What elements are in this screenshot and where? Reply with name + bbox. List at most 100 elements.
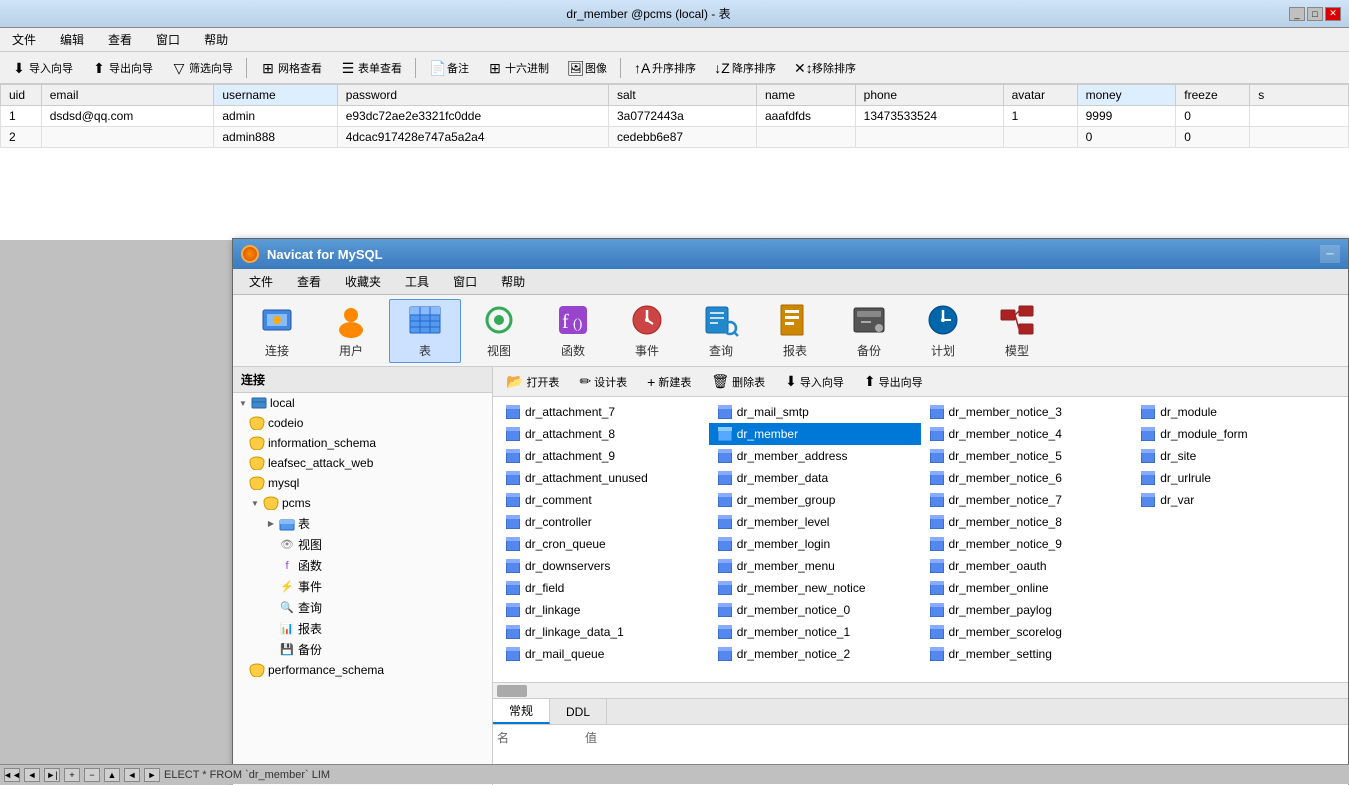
- nav-tool-table[interactable]: 表: [389, 299, 461, 363]
- tab-ddl[interactable]: DDL: [550, 699, 607, 724]
- sidebar-item-events-folder[interactable]: ▶ ⚡ 事件: [233, 576, 492, 597]
- table-item-dr_member_new_notice[interactable]: dr_member_new_notice: [709, 577, 921, 599]
- scroll-thumb[interactable]: [497, 685, 527, 697]
- table-item-dr_member_setting[interactable]: dr_member_setting: [921, 643, 1133, 665]
- table-item-dr_member_notice_9[interactable]: dr_member_notice_9: [921, 533, 1133, 555]
- table-item-dr_linkage_data_1[interactable]: dr_linkage_data_1: [497, 621, 709, 643]
- import-wizard-obj-button[interactable]: ⬇ 导入向导: [776, 370, 853, 394]
- sidebar-item-reports-folder[interactable]: ▶ 📊 报表: [233, 618, 492, 639]
- sort-asc-button[interactable]: ↑A 升序排序: [627, 55, 703, 81]
- table-row[interactable]: 2admin8884dcac917428e747a5a2a4cedebb6e87…: [1, 127, 1349, 148]
- menu-view[interactable]: 查看: [104, 29, 136, 50]
- nav-menu-window[interactable]: 窗口: [441, 269, 489, 295]
- table-item-dr_module[interactable]: dr_module: [1132, 401, 1344, 423]
- image-button[interactable]: 🖼 图像: [560, 55, 614, 81]
- table-item-dr_member_notice_2[interactable]: dr_member_notice_2: [709, 643, 921, 665]
- table-item-dr_member_notice_5[interactable]: dr_member_notice_5: [921, 445, 1133, 467]
- nav-tool-schedule[interactable]: 计划: [907, 299, 979, 363]
- sidebar-item-tables-folder[interactable]: ▶ 表: [233, 513, 492, 534]
- nav-tool-report[interactable]: 报表: [759, 299, 831, 363]
- new-table-button[interactable]: + 新建表: [638, 370, 700, 394]
- open-table-button[interactable]: 📂 打开表: [497, 370, 568, 394]
- table-item-dr_member_oauth[interactable]: dr_member_oauth: [921, 555, 1133, 577]
- table-item-dr_module_form[interactable]: dr_module_form: [1132, 423, 1344, 445]
- import-wizard-button[interactable]: ⬇ 导入向导: [4, 55, 80, 81]
- nav-menu-favorites[interactable]: 收藏夹: [333, 269, 393, 295]
- menu-edit[interactable]: 编辑: [56, 29, 88, 50]
- nav-back-button[interactable]: ◄: [124, 768, 140, 782]
- nav-add-button[interactable]: +: [64, 768, 80, 782]
- sidebar-item-mysql[interactable]: mysql: [233, 473, 492, 493]
- close-button[interactable]: ✕: [1325, 7, 1341, 21]
- nav-menu-help[interactable]: 帮助: [489, 269, 537, 295]
- nav-prev-button[interactable]: ◄: [24, 768, 40, 782]
- remove-sort-button[interactable]: ✕↕ 移除排序: [787, 55, 863, 81]
- nav-del-button[interactable]: −: [84, 768, 100, 782]
- table-item-dr_urlrule[interactable]: dr_urlrule: [1132, 467, 1344, 489]
- grid-view-button[interactable]: ⊞ 网格查看: [253, 55, 329, 81]
- table-item-dr_mail_smtp[interactable]: dr_mail_smtp: [709, 401, 921, 423]
- sidebar-item-queries-folder[interactable]: ▶ 🔍 查询: [233, 597, 492, 618]
- tab-general[interactable]: 常规: [493, 699, 550, 724]
- table-item-dr_member_notice_0[interactable]: dr_member_notice_0: [709, 599, 921, 621]
- nav-minimize-button[interactable]: ─: [1320, 245, 1340, 263]
- nav-tool-model[interactable]: 模型: [981, 299, 1053, 363]
- nav-menu-tools[interactable]: 工具: [393, 269, 441, 295]
- table-item-dr_site[interactable]: dr_site: [1132, 445, 1344, 467]
- nav-tool-event[interactable]: 事件: [611, 299, 683, 363]
- table-item-dr_var[interactable]: dr_var: [1132, 489, 1344, 511]
- menu-file[interactable]: 文件: [8, 29, 40, 50]
- nav-tool-backup[interactable]: 备份: [833, 299, 905, 363]
- filter-wizard-button[interactable]: ▽ 筛选向导: [164, 55, 240, 81]
- sidebar-item-performance-schema[interactable]: performance_schema: [233, 660, 492, 680]
- table-item-dr_member_paylog[interactable]: dr_member_paylog: [921, 599, 1133, 621]
- horizontal-scrollbar[interactable]: [493, 682, 1348, 698]
- delete-table-button[interactable]: 🗑 删除表: [702, 370, 774, 394]
- table-item-dr_member_data[interactable]: dr_member_data: [709, 467, 921, 489]
- note-button[interactable]: 📄 备注: [422, 55, 476, 81]
- menu-window[interactable]: 窗口: [152, 29, 184, 50]
- sidebar-item-information-schema[interactable]: information_schema: [233, 433, 492, 453]
- maximize-button[interactable]: □: [1307, 7, 1323, 21]
- nav-menu-view[interactable]: 查看: [285, 269, 333, 295]
- table-item-dr_member_notice_8[interactable]: dr_member_notice_8: [921, 511, 1133, 533]
- table-item-dr_member_level[interactable]: dr_member_level: [709, 511, 921, 533]
- table-item-dr_mail_queue[interactable]: dr_mail_queue: [497, 643, 709, 665]
- sidebar-item-views-folder[interactable]: ▶ 👁 视图: [233, 534, 492, 555]
- table-item-dr_attachment_8[interactable]: dr_attachment_8: [497, 423, 709, 445]
- table-item-dr_linkage[interactable]: dr_linkage: [497, 599, 709, 621]
- table-item-dr_member_address[interactable]: dr_member_address: [709, 445, 921, 467]
- export-wizard-obj-button[interactable]: ⬆ 导出向导: [855, 370, 932, 394]
- table-item-dr_member_notice_4[interactable]: dr_member_notice_4: [921, 423, 1133, 445]
- nav-forward-button[interactable]: ►: [144, 768, 160, 782]
- table-item-dr_member[interactable]: dr_member: [709, 423, 921, 445]
- table-item-dr_field[interactable]: dr_field: [497, 577, 709, 599]
- sort-desc-button[interactable]: ↓Z 降序排序: [707, 55, 783, 81]
- nav-first-button[interactable]: ◄◄: [4, 768, 20, 782]
- sidebar-item-leafsec[interactable]: leafsec_attack_web: [233, 453, 492, 473]
- table-item-dr_comment[interactable]: dr_comment: [497, 489, 709, 511]
- minimize-button[interactable]: _: [1289, 7, 1305, 21]
- table-item-dr_member_online[interactable]: dr_member_online: [921, 577, 1133, 599]
- nav-tool-function[interactable]: f () 函数: [537, 299, 609, 363]
- nav-tool-query[interactable]: 查询: [685, 299, 757, 363]
- table-item-dr_member_notice_3[interactable]: dr_member_notice_3: [921, 401, 1133, 423]
- table-item-dr_member_notice_1[interactable]: dr_member_notice_1: [709, 621, 921, 643]
- design-table-button[interactable]: ✏ 设计表: [570, 370, 636, 394]
- sidebar-item-local[interactable]: ▼ local: [233, 393, 492, 413]
- nav-tool-view[interactable]: 视图: [463, 299, 535, 363]
- nav-last-button[interactable]: ►|: [44, 768, 60, 782]
- table-item-dr_attachment_unused[interactable]: dr_attachment_unused: [497, 467, 709, 489]
- table-item-dr_controller[interactable]: dr_controller: [497, 511, 709, 533]
- table-item-dr_cron_queue[interactable]: dr_cron_queue: [497, 533, 709, 555]
- export-wizard-button[interactable]: ⬆ 导出向导: [84, 55, 160, 81]
- table-item-dr_member_notice_6[interactable]: dr_member_notice_6: [921, 467, 1133, 489]
- table-item-dr_member_notice_7[interactable]: dr_member_notice_7: [921, 489, 1133, 511]
- table-item-dr_member_scorelog[interactable]: dr_member_scorelog: [921, 621, 1133, 643]
- table-item-dr_attachment_9[interactable]: dr_attachment_9: [497, 445, 709, 467]
- hex-button[interactable]: ⊞ 十六进制: [480, 55, 556, 81]
- sidebar-item-codeio[interactable]: codeio: [233, 413, 492, 433]
- table-item-dr_downservers[interactable]: dr_downservers: [497, 555, 709, 577]
- sidebar-item-functions-folder[interactable]: ▶ f 函数: [233, 555, 492, 576]
- form-view-button[interactable]: ☰ 表单查看: [333, 55, 409, 81]
